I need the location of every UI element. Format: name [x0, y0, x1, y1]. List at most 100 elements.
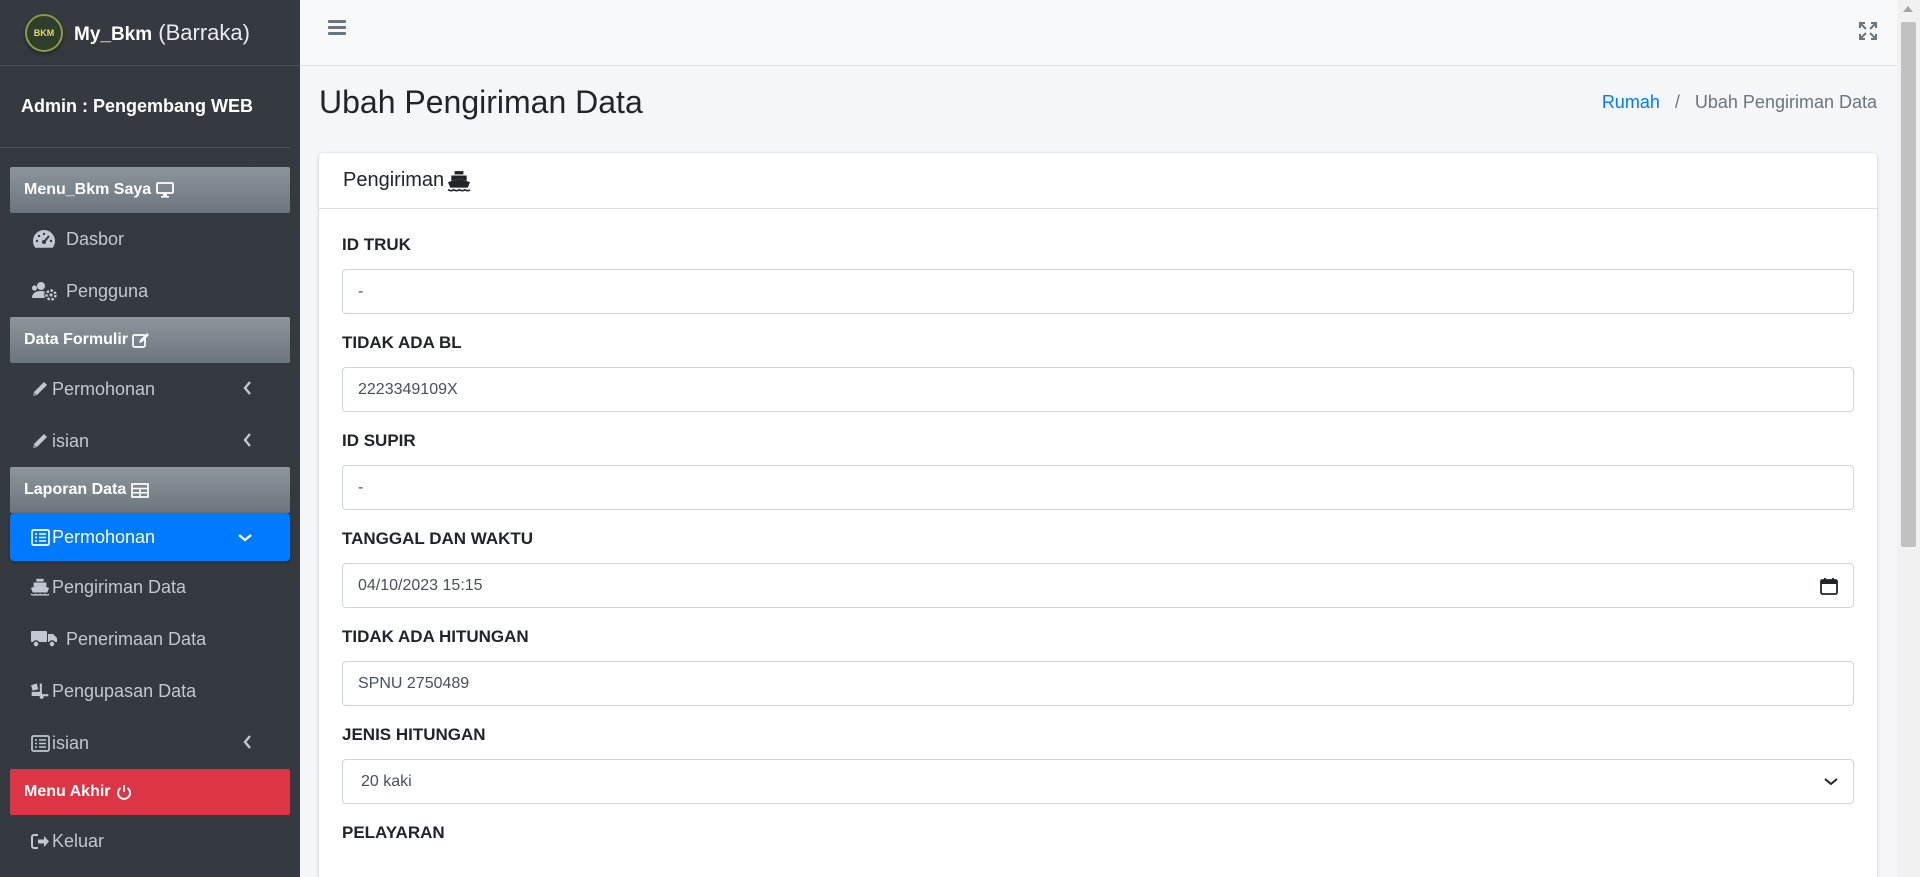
sidebar-item-label: isian — [52, 430, 90, 451]
sidebar-item-pengupasan[interactable]: Pengupasan Data — [10, 665, 290, 717]
tachometer-icon — [30, 229, 58, 249]
chevron-left-icon — [243, 380, 252, 398]
brand-name-light: (Barraka) — [158, 19, 250, 45]
form-group-bl: TIDAK ADA BL 2223349109X — [342, 333, 1854, 412]
truck-loading-icon — [30, 681, 50, 701]
user-name: Admin : Pengembang WEB — [21, 96, 254, 116]
brand-logo: BKM — [25, 13, 63, 52]
driver-id-input[interactable]: - — [342, 465, 1854, 510]
bl-number-label: TIDAK ADA BL — [342, 333, 462, 352]
sidebar-item-label: Pengguna — [66, 280, 149, 301]
form-group-truck: ID TRUK - — [342, 235, 1854, 314]
count-number-input[interactable]: SPNU 2750489 — [342, 661, 1854, 706]
form-group-count: TIDAK ADA HITUNGAN SPNU 2750489 — [342, 627, 1854, 706]
sidebar-item-penerimaan[interactable]: Penerimaan Data — [10, 613, 290, 665]
card-title: Pengiriman — [343, 169, 445, 191]
sidebar-item-users[interactable]: Pengguna — [10, 265, 290, 317]
brand-name: My_Bkm (Barraka) — [74, 20, 250, 46]
sidebar-item-logout[interactable]: Keluar — [10, 815, 290, 867]
pencil-icon — [30, 380, 50, 398]
sidebar-item-label: Penerimaan Data — [66, 628, 207, 649]
sidebar-item-label: Permohonan — [52, 526, 156, 547]
list-alt-icon — [30, 528, 50, 546]
breadcrumb-separator: / — [1674, 92, 1680, 112]
count-type-select[interactable]: 20 kaki — [342, 759, 1854, 804]
bl-number-input[interactable]: 2223349109X — [342, 367, 1854, 412]
form-group-datetime: TANGGAL DAN WAKTU 04/10/2023 15:15 — [342, 529, 1854, 608]
sidebar-item-label: isian — [52, 732, 90, 753]
menu-toggle-icon[interactable] — [328, 20, 346, 36]
sidebar-item-label: Dasbor — [66, 228, 125, 249]
fullscreen-icon[interactable] — [1859, 22, 1877, 45]
nav-header-menu-label: Menu_Bkm Saya — [24, 181, 152, 198]
driver-id-label: ID SUPIR — [342, 431, 416, 450]
ship-icon — [30, 577, 50, 597]
chevron-down-icon — [238, 529, 252, 545]
sign-out-icon — [30, 833, 50, 850]
content-header: Ubah Pengiriman Data Rumah / Ubah Pengir… — [319, 84, 1877, 121]
driver-id-value: - — [358, 478, 364, 496]
truck-id-value: - — [358, 282, 364, 300]
count-number-value: SPNU 2750489 — [358, 674, 470, 692]
nav-header-form: Data Formulir — [10, 317, 290, 363]
truck-id-label: ID TRUK — [342, 235, 411, 254]
sidebar-item-label: Pengiriman Data — [52, 576, 187, 597]
form-group-shipping: PELAYARAN — [342, 823, 1854, 843]
sidebar-item-label: Pengupasan Data — [52, 680, 197, 701]
users-cog-icon — [30, 281, 58, 301]
sidebar-item-label: Permohonan — [52, 378, 156, 399]
desktop-icon — [156, 182, 175, 198]
datetime-label: TANGGAL DAN WAKTU — [342, 529, 534, 548]
list-alt-icon — [30, 734, 50, 752]
form-group-driver: ID SUPIR - — [342, 431, 1854, 510]
chevron-left-icon — [243, 432, 252, 450]
brand-name-bold: My_Bkm — [74, 23, 153, 45]
nav-header-form-label: Data Formulir — [24, 331, 129, 348]
page-title: Ubah Pengiriman Data — [319, 84, 643, 120]
form-group-count-type: JENIS HITUNGAN 20 kaki — [342, 725, 1854, 804]
scrollbar-thumb[interactable] — [1901, 22, 1916, 547]
scroll-up-arrow-icon[interactable] — [1903, 6, 1913, 12]
datetime-input[interactable]: 04/10/2023 15:15 — [342, 563, 1854, 608]
card-body: ID TRUK - TIDAK ADA BL 2223349109X ID SU… — [319, 209, 1877, 843]
nav-header-menu: Menu_Bkm Saya — [10, 167, 290, 213]
breadcrumb-home-link[interactable]: Rumah — [1602, 92, 1660, 112]
top-navbar — [300, 0, 1897, 66]
edit-icon — [132, 332, 150, 349]
nav-header-report: Laporan Data — [10, 467, 290, 513]
count-type-label: JENIS HITUNGAN — [342, 725, 486, 744]
breadcrumb-current: Ubah Pengiriman Data — [1694, 92, 1877, 112]
breadcrumb: Rumah / Ubah Pengiriman Data — [1602, 92, 1877, 113]
table-icon — [131, 482, 150, 498]
sidebar-item-dashboard[interactable]: Dasbor — [10, 213, 290, 265]
shipping-label: PELAYARAN — [342, 823, 445, 842]
datetime-value: 04/10/2023 15:15 — [358, 576, 483, 594]
nav-header-end: Menu Akhir — [10, 769, 290, 815]
truck-icon — [30, 630, 58, 648]
user-panel: Admin : Pengembang WEB — [0, 66, 290, 148]
chevron-left-icon — [243, 734, 252, 752]
sidebar-item-isian-form[interactable]: isian — [10, 415, 290, 467]
sidebar-item-pengiriman[interactable]: Pengiriman Data — [10, 561, 290, 613]
sidebar-item-permohonan-form[interactable]: Permohonan — [10, 363, 290, 415]
count-type-value: 20 kaki — [361, 772, 412, 790]
sidebar-nav: Menu_Bkm Saya Dasbor Pengguna Data Formu… — [0, 148, 300, 867]
nav-header-end-label: Menu Akhir — [24, 783, 111, 800]
pencil-icon — [30, 432, 50, 450]
sidebar-item-isian-report[interactable]: isian — [10, 717, 290, 769]
chevron-down-icon — [1824, 777, 1838, 786]
sidebar-item-permohonan-report[interactable]: Permohonan — [10, 513, 290, 561]
sidebar: BKM My_Bkm (Barraka) Admin : Pengembang … — [0, 0, 300, 877]
page-scrollbar[interactable] — [1897, 0, 1920, 877]
nav-header-report-label: Laporan Data — [24, 481, 127, 498]
power-off-icon — [116, 784, 132, 800]
sidebar-item-label: Keluar — [52, 830, 105, 851]
truck-id-input[interactable]: - — [342, 269, 1854, 314]
card-header: Pengiriman — [319, 153, 1877, 209]
ship-icon — [446, 170, 472, 192]
brand-link[interactable]: BKM My_Bkm (Barraka) — [0, 0, 300, 66]
count-number-label: TIDAK ADA HITUNGAN — [342, 627, 529, 646]
calendar-icon[interactable] — [1820, 577, 1838, 595]
form-card: Pengiriman ID TRUK - TIDAK ADA BL 222334… — [319, 153, 1877, 877]
bl-number-value: 2223349109X — [358, 380, 458, 398]
